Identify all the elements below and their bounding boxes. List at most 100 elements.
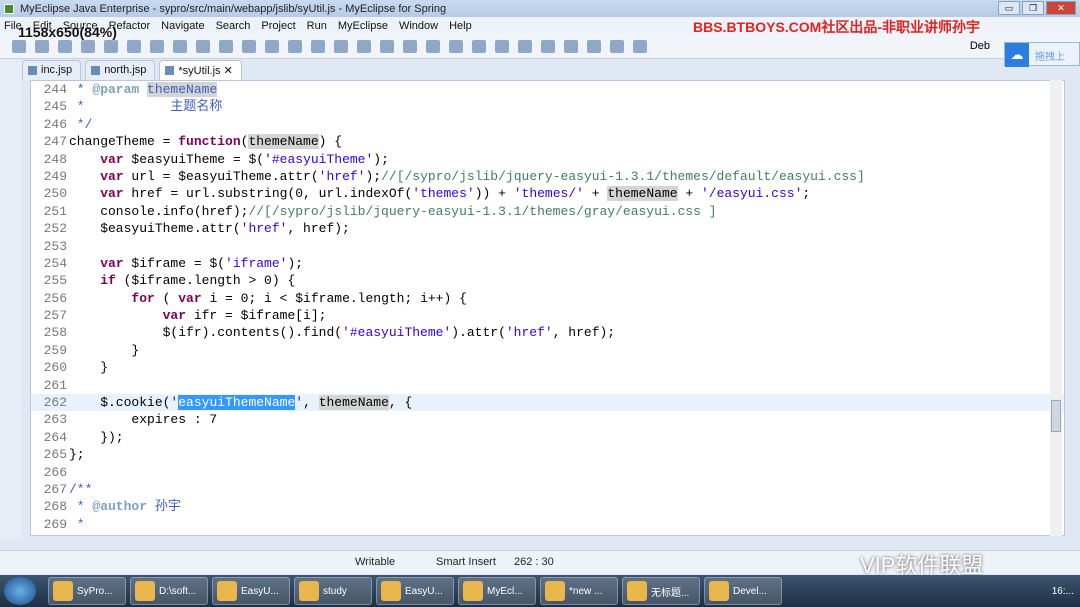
taskbar-item[interactable]: MyEcl... [458, 577, 536, 605]
code-line: 256 for ( var i = 0; i < $iframe.length;… [31, 290, 1064, 307]
code-editor[interactable]: 244 * @param themeName 245 * 主题名称 246 */24… [30, 80, 1065, 536]
code-line: 267/** [31, 481, 1064, 498]
toolbar-button-icon[interactable] [518, 39, 532, 53]
code-line: 253 [31, 238, 1064, 255]
toolbar-button-icon[interactable] [150, 39, 164, 53]
toolbar-button-icon[interactable] [58, 39, 72, 53]
code-token: , href); [287, 221, 350, 237]
tab-2[interactable]: *syUtil.js ✕ [159, 60, 242, 80]
taskbar-item-label: EasyU... [241, 585, 279, 597]
code-token: */ [69, 116, 93, 132]
line-number: 247 [43, 134, 67, 150]
taskbar-item[interactable]: Devel... [704, 577, 782, 605]
toolbar-button-icon[interactable] [104, 39, 118, 53]
toolbar-button-icon[interactable] [196, 39, 210, 53]
code-token: $(ifr).contents().find( [69, 325, 343, 341]
cloud-icon: ☁ [1005, 43, 1029, 67]
line-number: 262 [43, 395, 67, 411]
code-token: ( [154, 290, 179, 306]
toolbar-button-icon[interactable] [288, 39, 302, 53]
cloud-upload-button[interactable]: ☁ 拖拽上 [1004, 42, 1080, 67]
code-token: 'href' [505, 325, 553, 341]
line-number: 264 [43, 429, 67, 445]
toolbar-button-icon[interactable] [472, 39, 486, 53]
code-line: 246 */ [31, 116, 1064, 133]
toolbar-button-icon[interactable] [426, 39, 440, 53]
menu-project[interactable]: Project [261, 20, 295, 32]
code-token: var [178, 290, 202, 306]
toolbar-button-icon[interactable] [81, 39, 95, 53]
toolbar-button-icon[interactable] [265, 39, 279, 53]
menu-myeclipse[interactable]: MyEclipse [338, 20, 388, 32]
code-token: themeName [318, 395, 389, 411]
code-token: )) + [474, 186, 514, 202]
taskbar-item[interactable]: *new ... [540, 577, 618, 605]
code-token: $.cookie( [69, 395, 171, 411]
taskbar-item[interactable]: 无标题... [622, 577, 700, 605]
code-token: 'iframe' [225, 255, 288, 271]
tab-1[interactable]: north.jsp [85, 60, 156, 80]
window-title: MyEclipse Java Enterprise - sypro/src/ma… [20, 2, 447, 15]
taskbar-item[interactable]: EasyU... [376, 577, 454, 605]
toolbar-button-icon[interactable] [587, 39, 601, 53]
toolbar-button-icon[interactable] [311, 39, 325, 53]
toolbar-button-icon[interactable] [541, 39, 555, 53]
toolbar-button-icon[interactable] [403, 39, 417, 53]
app-icon [135, 581, 155, 601]
code-token: themeName [147, 82, 218, 97]
code-token: for [131, 290, 155, 306]
taskbar-item[interactable]: study [294, 577, 372, 605]
line-number: 252 [43, 221, 67, 237]
vertical-scrollbar[interactable] [1050, 80, 1062, 536]
toolbar-button-icon[interactable] [219, 39, 233, 53]
menu-window[interactable]: Window [399, 20, 438, 32]
toolbar-button-icon[interactable] [357, 39, 371, 53]
code-line: 251 console.info(href);//[/sypro/jslib/j… [31, 203, 1064, 220]
code-line: 265}; [31, 446, 1064, 463]
toolbar-button-icon[interactable] [610, 39, 624, 53]
menu-search[interactable]: Search [216, 20, 251, 32]
taskbar-item-label: D:\soft... [159, 585, 197, 597]
menu-navigate[interactable]: Navigate [161, 20, 204, 32]
toolbar-button-icon[interactable] [334, 39, 348, 53]
scrollbar-thumb[interactable] [1051, 400, 1061, 432]
taskbar-item-label: EasyU... [405, 585, 443, 597]
toolbar-button-icon[interactable] [127, 39, 141, 53]
code-token: themeName [607, 186, 678, 202]
toolbar-button-icon[interactable] [564, 39, 578, 53]
perspective-debug[interactable]: Deb [970, 40, 990, 52]
code-token: ' [295, 395, 304, 411]
toolbar-button-icon[interactable] [12, 39, 26, 53]
toolbar-button-icon[interactable] [495, 39, 509, 53]
code-token: , href); [552, 325, 616, 341]
toolbar-button-icon[interactable] [380, 39, 394, 53]
toolbar-button-icon[interactable] [242, 39, 256, 53]
code-token: $iframe = $( [123, 255, 226, 271]
taskbar-item-label: Devel... [733, 585, 767, 597]
code-token: /** [69, 481, 93, 497]
taskbar-item[interactable]: D:\soft... [130, 577, 208, 605]
toolbar-button-icon[interactable] [35, 39, 49, 53]
code-line: 248 var $easyuiTheme = $('#easyuiTheme')… [31, 151, 1064, 168]
menu-run[interactable]: Run [307, 20, 327, 32]
code-token: + [583, 186, 608, 202]
start-button[interactable] [4, 577, 36, 605]
toolbar-button-icon[interactable] [173, 39, 187, 53]
minimize-button[interactable]: ▭ [998, 1, 1020, 15]
menu-help[interactable]: Help [449, 20, 472, 32]
line-number: 248 [43, 151, 67, 167]
taskbar-item[interactable]: EasyU... [212, 577, 290, 605]
title-bar: MyEclipse Java Enterprise - sypro/src/ma… [0, 0, 1080, 17]
tab-0[interactable]: inc.jsp [22, 60, 82, 80]
toolbar-button-icon[interactable] [633, 39, 647, 53]
toolbar-button-icon[interactable] [449, 39, 463, 53]
taskbar-item[interactable]: SyPro... [48, 577, 126, 605]
taskbar-item-label: 无标题... [651, 587, 690, 599]
code-token: var [100, 151, 124, 167]
taskbar-item-label: SyPro... [77, 585, 113, 597]
app-icon [299, 581, 319, 601]
maximize-button[interactable]: ❐ [1022, 1, 1044, 15]
close-button[interactable]: ✕ [1046, 1, 1076, 15]
